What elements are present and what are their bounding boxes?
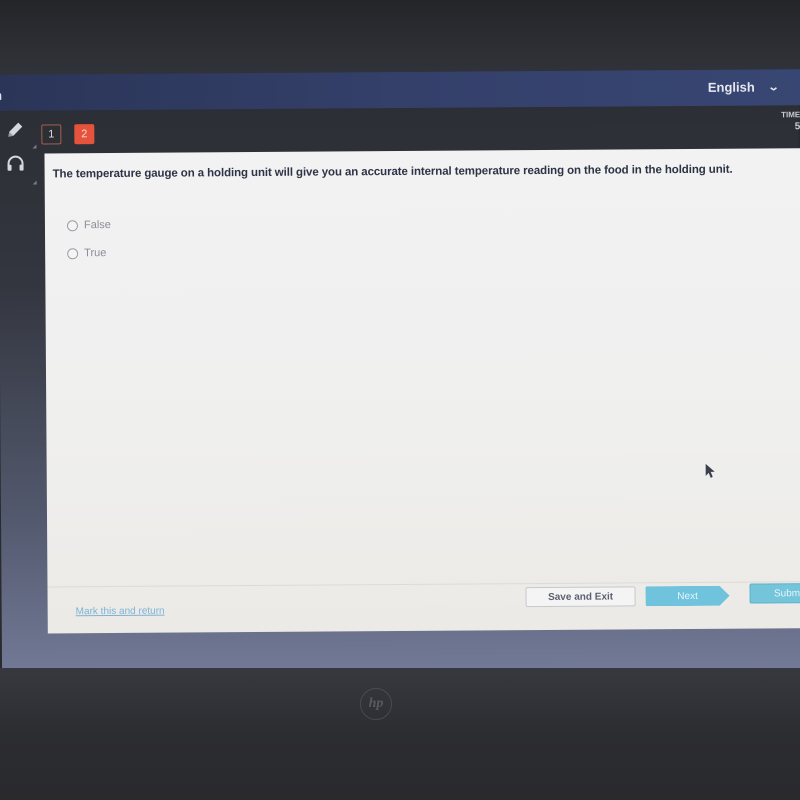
language-selector[interactable]: English ⌄ xyxy=(707,79,780,95)
question-nav-2-current[interactable]: 2 xyxy=(74,124,95,145)
timer-value: 5 xyxy=(794,121,800,133)
pencil-tool-button[interactable] xyxy=(2,119,28,145)
option-label: True xyxy=(84,247,107,260)
question-text: The temperature gauge on a holding unit … xyxy=(52,163,733,181)
next-button[interactable]: Next xyxy=(646,586,730,607)
top-bar: n English ⌄ xyxy=(0,69,800,111)
submit-button[interactable]: Submit xyxy=(749,583,800,604)
option-label: False xyxy=(83,219,111,232)
tool-expand-corner xyxy=(32,144,37,149)
option-false[interactable]: False xyxy=(66,219,111,232)
monitor-bezel-bottom: hp xyxy=(0,668,800,800)
language-label: English xyxy=(707,79,755,95)
tool-expand-corner xyxy=(32,180,37,185)
app-title: n xyxy=(0,87,3,103)
radio-button[interactable] xyxy=(67,247,79,259)
monitor-bezel-top xyxy=(0,0,800,76)
screen: n English ⌄ TIME 5 1 2 The temperature g… xyxy=(0,69,800,675)
pencil-icon xyxy=(5,119,25,144)
save-and-exit-button[interactable]: Save and Exit xyxy=(525,586,636,608)
headphones-tool-button[interactable] xyxy=(2,153,28,179)
radio-button[interactable] xyxy=(66,219,79,231)
hp-logo-icon: hp xyxy=(360,688,392,720)
option-true[interactable]: True xyxy=(67,247,106,259)
chevron-down-icon: ⌄ xyxy=(767,81,780,94)
mark-and-return-link[interactable]: Mark this and return xyxy=(76,606,165,618)
headphones-icon xyxy=(5,153,25,178)
question-nav-1[interactable]: 1 xyxy=(41,124,62,145)
question-card: The temperature gauge on a holding unit … xyxy=(44,148,800,634)
timer-label: TIME xyxy=(781,110,800,120)
